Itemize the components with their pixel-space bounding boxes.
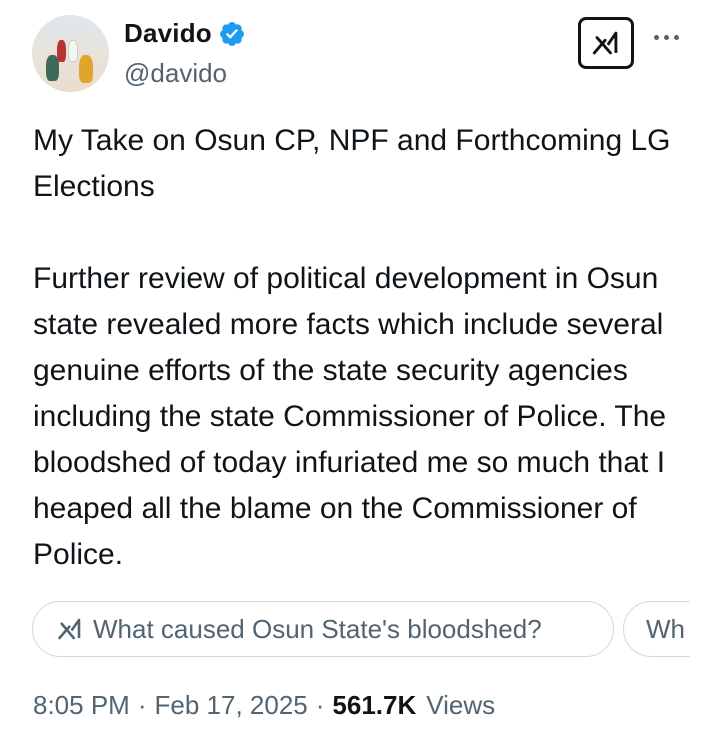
author-handle[interactable]: @davido	[124, 58, 227, 89]
avatar-figure-red	[57, 40, 66, 62]
grok-icon	[592, 31, 618, 55]
grok-suggestion-chip[interactable]: What caused Osun State's bloodshed?	[32, 601, 614, 657]
views-label: Views	[426, 690, 496, 720]
author-name[interactable]: Davido	[124, 18, 212, 49]
meta-separator: ·	[315, 690, 325, 720]
author-name-row: Davido	[124, 18, 246, 49]
grok-button[interactable]	[578, 17, 634, 69]
tweet-date[interactable]: Feb 17, 2025	[155, 690, 308, 721]
grok-suggestion-label: What caused Osun State's bloodshed?	[93, 613, 542, 644]
more-dot	[674, 34, 679, 40]
more-dot	[664, 34, 669, 40]
avatar-figure-yellow	[79, 55, 93, 83]
tweet-text: My Take on Osun CP, NPF and Forthcoming …	[33, 124, 671, 571]
grok-suggestion-label: Wh	[646, 613, 685, 644]
tweet-meta: 8:05 PM · Feb 17, 2025 · 561.7K Views	[33, 690, 495, 721]
views-count[interactable]: 561.7K	[332, 690, 416, 721]
more-options-icon[interactable]	[654, 30, 688, 44]
grok-suggestions: What caused Osun State's bloodshed? Wh	[0, 601, 690, 659]
grok-suggestion-chip[interactable]: Wh	[623, 601, 690, 657]
tweet-time[interactable]: 8:05 PM	[33, 690, 130, 721]
grok-icon	[58, 618, 81, 640]
meta-separator: ·	[137, 690, 147, 720]
verified-badge-icon	[218, 20, 246, 48]
avatar-figure-white	[69, 41, 77, 61]
avatar[interactable]	[32, 15, 109, 92]
more-dot	[654, 34, 659, 40]
